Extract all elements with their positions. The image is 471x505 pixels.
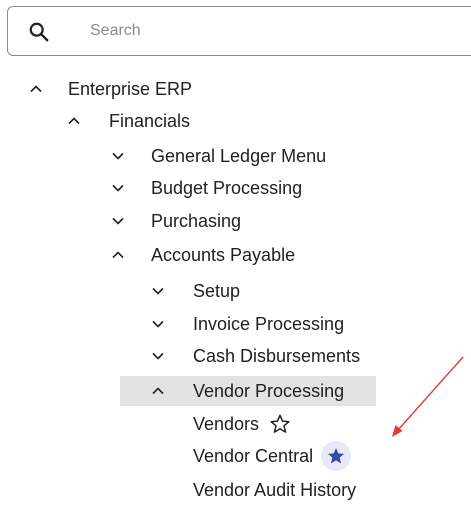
chevron-up-icon (30, 85, 42, 93)
tree-item-label: Budget Processing (151, 177, 303, 198)
tree-item-accounts-payable[interactable]: Accounts Payable (0, 240, 295, 270)
chevron-down-icon (112, 184, 124, 192)
tree-item-label: Vendor Central (193, 445, 314, 466)
tree-item-label: Vendors (193, 413, 260, 434)
tree-item-vendor-processing[interactable]: Vendor Processing (0, 376, 377, 406)
chevron-down-icon (152, 352, 164, 360)
tree-item-enterprise-erp[interactable]: Enterprise ERP (0, 74, 192, 104)
tree-item-label: Invoice Processing (193, 313, 345, 334)
chevron-up-icon (152, 387, 164, 395)
tree-item-label: Vendor Audit History (193, 479, 357, 500)
tree-item-label: Purchasing (151, 210, 242, 231)
chevron-down-icon (152, 320, 164, 328)
tree-item-purchasing[interactable]: Purchasing (0, 206, 241, 236)
favorite-star-button[interactable] (321, 441, 352, 471)
chevron-up-icon (112, 251, 124, 259)
chevron-down-icon (112, 217, 124, 225)
chevron-down-icon (152, 287, 164, 295)
star-outline-icon[interactable] (269, 413, 291, 435)
tree-item-financials[interactable]: Financials (0, 106, 190, 136)
search-input[interactable] (90, 17, 450, 45)
tree-item-vendor-audit-history[interactable]: Vendor Audit History (0, 475, 356, 505)
search-box[interactable] (7, 6, 471, 56)
tree-item-label: Financials (109, 110, 191, 131)
search-icon (29, 22, 49, 42)
star-filled-icon (327, 448, 345, 464)
tree-item-label: Setup (193, 280, 241, 301)
tree-item-label: General Ledger Menu (151, 145, 327, 166)
tree-item-label: Enterprise ERP (68, 78, 193, 99)
tree-item-label: Vendor Processing (193, 380, 345, 401)
tree-item-vendor-central[interactable]: Vendor Central (0, 441, 352, 471)
tree-item-label: Cash Disbursements (193, 345, 361, 366)
tree-item-vendors[interactable]: Vendors (0, 409, 291, 439)
tree-item-cash-disbursements[interactable]: Cash Disbursements (0, 341, 360, 371)
tree-item-budget-processing[interactable]: Budget Processing (0, 173, 302, 203)
tree-item-general-ledger-menu[interactable]: General Ledger Menu (0, 141, 326, 171)
tree-item-invoice-processing[interactable]: Invoice Processing (0, 309, 344, 339)
chevron-down-icon (112, 152, 124, 160)
chevron-up-icon (68, 117, 80, 125)
tree-item-label: Accounts Payable (151, 244, 296, 265)
tree-item-setup[interactable]: Setup (0, 276, 240, 306)
